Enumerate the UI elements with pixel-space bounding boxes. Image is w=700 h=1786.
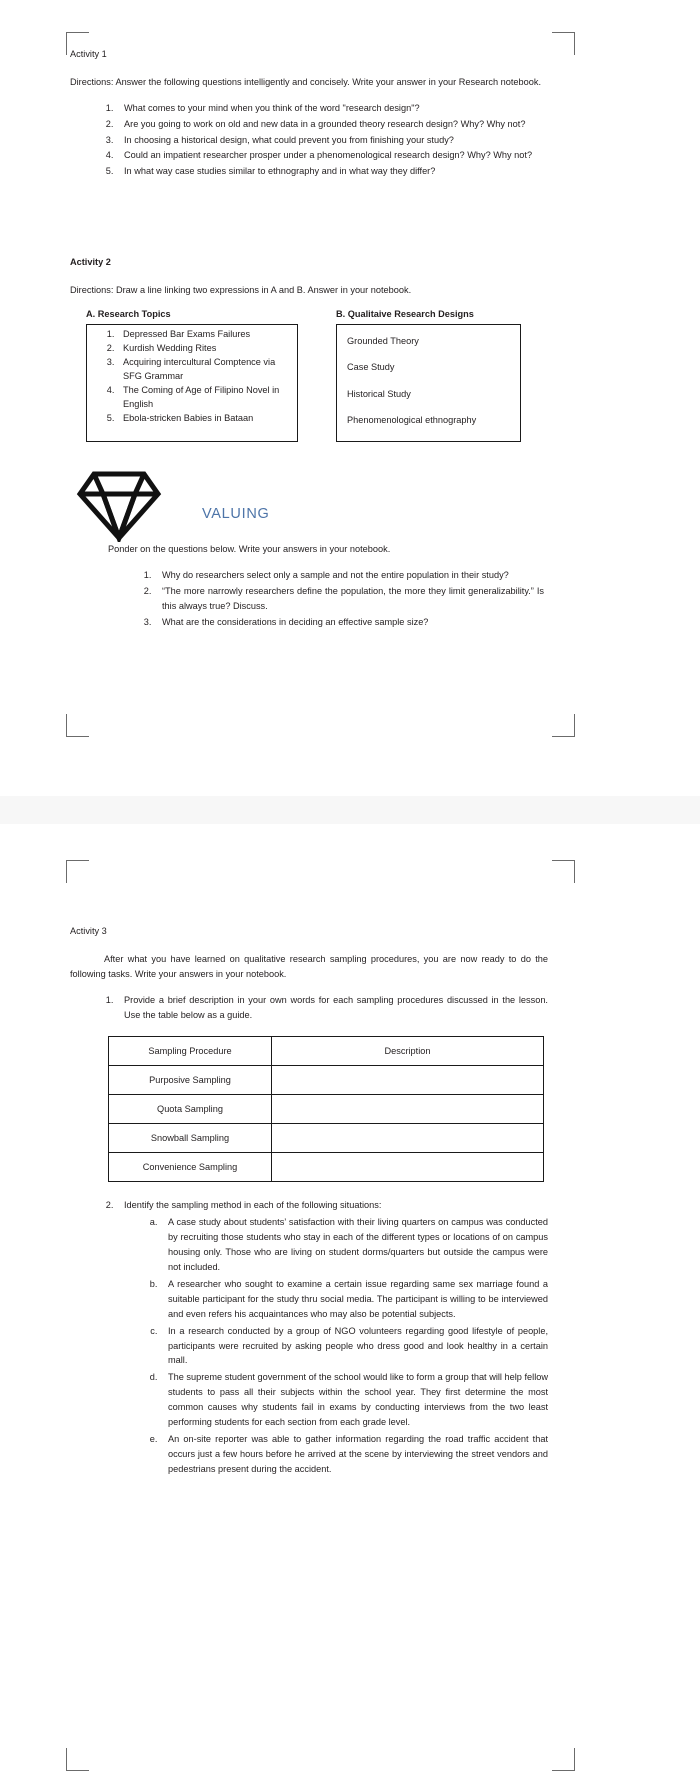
task-2-prompt: Identify the sampling method in each of … [124, 1200, 382, 1211]
activity-1-directions: Directions: Answer the following questio… [70, 76, 542, 87]
list-item: Phenomenological ethnography [347, 415, 477, 426]
matching-columns: A. Research Topics Depressed Bar Exams F… [70, 309, 548, 442]
table-cell-description[interactable] [271, 1065, 544, 1096]
list-item: What are the considerations in deciding … [154, 615, 544, 630]
activity-1-section: Activity 1 Directions: Answer the follow… [70, 48, 548, 179]
crop-mark-top-right-2 [552, 860, 575, 883]
page-seam [0, 796, 700, 824]
list-item: In choosing a historical design, what co… [116, 133, 548, 148]
list-item: The supreme student government of the sc… [160, 1370, 548, 1430]
document-page: Activity 1 Directions: Answer the follow… [0, 0, 700, 1786]
table-row: Convenience Sampling [108, 1152, 544, 1183]
list-item: Depressed Bar Exams Failures [117, 328, 291, 342]
valuing-question-list: Why do researchers select only a sample … [108, 568, 544, 630]
diamond-icon [76, 468, 162, 547]
research-topics-list: Depressed Bar Exams Failures Kurdish Wed… [87, 328, 291, 426]
list-item: Why do researchers select only a sample … [154, 568, 544, 583]
table-cell-description[interactable] [271, 1094, 544, 1125]
list-item: A case study about students’ satisfactio… [160, 1215, 548, 1275]
table-cell-procedure: Purposive Sampling [108, 1065, 272, 1096]
crop-mark-top-right [552, 32, 575, 55]
activity-2-label: Activity 2 [70, 257, 111, 268]
list-item: In what way case studies similar to ethn… [116, 164, 548, 179]
table-row: Purposive Sampling [108, 1065, 544, 1096]
table-cell-procedure: Convenience Sampling [108, 1152, 272, 1183]
list-item: Identify the sampling method in each of … [116, 1198, 548, 1476]
list-item: “The more narrowly researchers define th… [154, 584, 544, 614]
table-header-description: Description [271, 1036, 544, 1067]
match-column-a: A. Research Topics Depressed Bar Exams F… [86, 309, 298, 442]
table-cell-description[interactable] [271, 1152, 544, 1183]
activity-3-label: Activity 3 [70, 926, 107, 936]
activity-2-directions: Directions: Draw a line linking two expr… [70, 285, 412, 296]
table-row: Snowball Sampling [108, 1123, 544, 1154]
valuing-intro: Ponder on the questions below. Write you… [108, 543, 391, 554]
valuing-title: VALUING [202, 505, 270, 522]
column-b-box: Grounded Theory Case Study Historical St… [336, 323, 521, 442]
column-a-box: Depressed Bar Exams Failures Kurdish Wed… [86, 323, 298, 442]
list-item: Acquiring intercultural Comptence via SF… [117, 356, 291, 384]
column-a-heading: A. Research Topics [86, 308, 171, 319]
list-item: An on-site reporter was able to gather i… [160, 1432, 548, 1477]
list-item: Grounded Theory [347, 335, 419, 346]
table-header-row: Sampling Procedure Description [108, 1036, 544, 1067]
table-cell-procedure: Quota Sampling [108, 1094, 272, 1125]
activity-1-question-list: What comes to your mind when you think o… [70, 101, 548, 180]
situation-list: A case study about students’ satisfactio… [124, 1215, 548, 1476]
table-cell-procedure: Snowball Sampling [108, 1123, 272, 1154]
crop-mark-bottom-right [552, 714, 575, 737]
list-item: Kurdish Wedding Rites [117, 342, 291, 356]
table-cell-description[interactable] [271, 1123, 544, 1154]
crop-mark-top-left-2 [66, 860, 89, 883]
sampling-procedure-table: Sampling Procedure Description Purposive… [108, 1036, 544, 1183]
table-header-procedure: Sampling Procedure [108, 1036, 272, 1067]
list-item: The Coming of Age of Filipino Novel in E… [117, 384, 291, 412]
crop-mark-bottom-left [66, 714, 89, 737]
crop-mark-bottom-right-2 [552, 1748, 575, 1771]
list-item: Provide a brief description in your own … [116, 993, 548, 1023]
list-item: Case Study [347, 362, 395, 373]
list-item: Ebola-stricken Babies in Bataan [117, 412, 291, 426]
activity-3-task2-list: Identify the sampling method in each of … [70, 1198, 548, 1476]
list-item: Are you going to work on old and new dat… [116, 117, 548, 132]
activity-3-intro: After what you have learned on qualitati… [70, 953, 548, 979]
crop-mark-bottom-left-2 [66, 1748, 89, 1771]
table-row: Quota Sampling [108, 1094, 544, 1125]
list-item: Could an impatient researcher prosper un… [116, 148, 548, 163]
activity-1-label: Activity 1 [70, 49, 107, 59]
list-item: What comes to your mind when you think o… [116, 101, 548, 116]
valuing-content: Ponder on the questions below. Write you… [108, 542, 544, 630]
activity-3-task-list: Provide a brief description in your own … [70, 993, 548, 1023]
page-one-content: Activity 1 Directions: Answer the follow… [70, 48, 548, 630]
valuing-banner: VALUING [70, 468, 548, 546]
match-column-b: B. Qualitaive Research Designs Grounded … [336, 309, 521, 442]
list-item: Historical Study [347, 388, 411, 399]
column-divider-gap [298, 309, 336, 442]
activity-2-section: Activity 2 Directions: Draw a line linki… [70, 256, 548, 442]
page-two-content: Activity 3 After what you have learned o… [70, 925, 548, 1479]
column-b-heading: B. Qualitaive Research Designs [336, 308, 474, 319]
list-item: A researcher who sought to examine a cer… [160, 1277, 548, 1322]
list-item: In a research conducted by a group of NG… [160, 1324, 548, 1369]
